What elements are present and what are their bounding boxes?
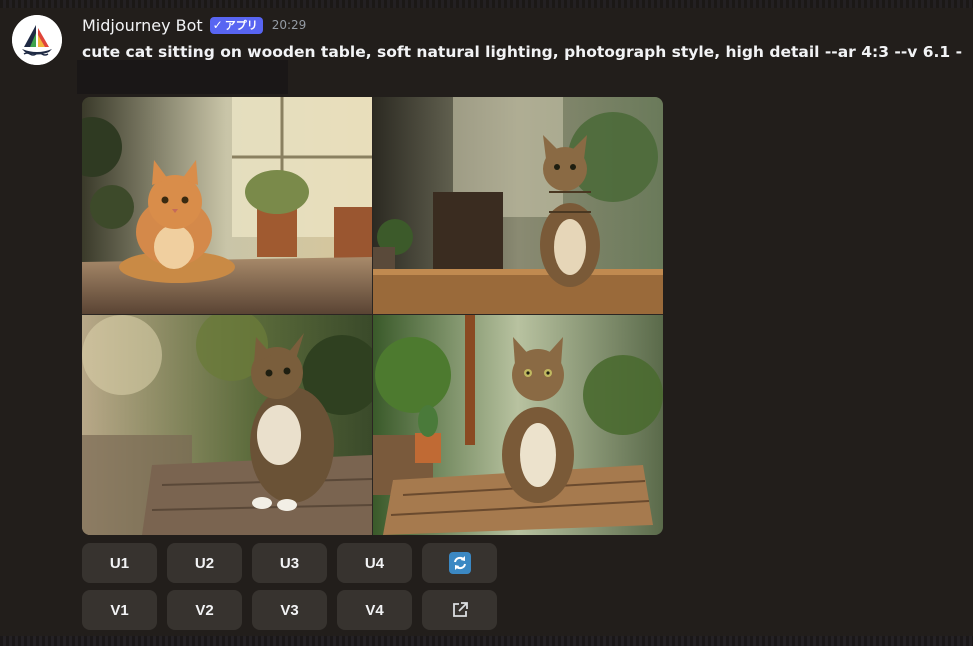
image-tile-4[interactable] <box>373 315 663 535</box>
external-link-icon <box>452 602 468 617</box>
upscale-button-2[interactable]: U2 <box>167 543 242 583</box>
app-badge: ✓ アプリ <box>209 16 263 34</box>
image-grid[interactable] <box>82 97 663 535</box>
variation-button-1[interactable]: V1 <box>82 590 157 630</box>
sailboat-logo-icon <box>12 15 62 65</box>
upscale-button-4[interactable]: U4 <box>337 543 412 583</box>
variation-button-3[interactable]: V3 <box>252 590 327 630</box>
bot-avatar[interactable] <box>12 15 62 65</box>
image-tile-2[interactable] <box>373 97 663 314</box>
image-tile-3[interactable] <box>82 315 372 535</box>
upscale-button-1[interactable]: U1 <box>82 543 157 583</box>
web-link-button[interactable] <box>422 590 497 630</box>
image-tile-1[interactable] <box>82 97 372 314</box>
top-divider <box>0 0 973 8</box>
username[interactable]: Midjourney Bot <box>82 16 203 35</box>
message-header: Midjourney Bot ✓ アプリ 20:29 <box>82 12 306 38</box>
redacted-block <box>77 60 288 94</box>
variation-button-2[interactable]: V2 <box>167 590 242 630</box>
variation-button-4[interactable]: V4 <box>337 590 412 630</box>
checkmark-icon: ✓ <box>212 17 223 32</box>
badge-label: アプリ <box>224 18 258 32</box>
reroll-button[interactable] <box>422 543 497 583</box>
timestamp[interactable]: 20:29 <box>272 18 307 32</box>
upscale-button-3[interactable]: U3 <box>252 543 327 583</box>
refresh-icon <box>448 552 471 574</box>
bottom-divider <box>0 636 973 646</box>
discord-message-view: Midjourney Bot ✓ アプリ 20:29 cute cat sitt… <box>0 0 973 646</box>
